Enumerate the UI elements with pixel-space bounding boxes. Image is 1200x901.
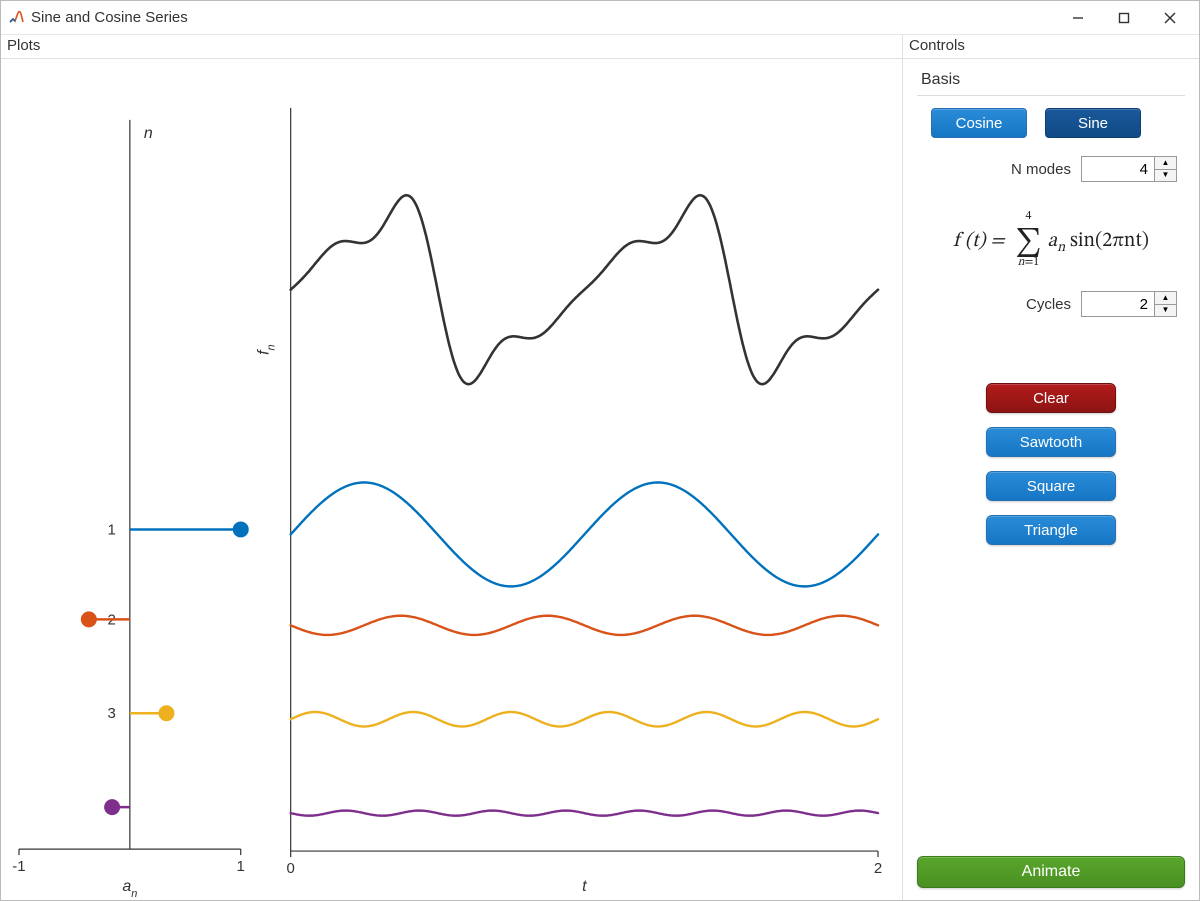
minimize-icon (1072, 12, 1084, 24)
cycles-spinner[interactable]: ▲ ▼ (1081, 291, 1177, 317)
nmodes-row: N modes ▲ ▼ (917, 156, 1185, 182)
app-title: Sine and Cosine Series (31, 9, 1055, 26)
sawtooth-button[interactable]: Sawtooth (986, 427, 1116, 457)
cycles-row: Cycles ▲ ▼ (917, 291, 1185, 317)
plots-panel-title: Plots (1, 35, 902, 59)
plots-panel: Plots -11ann12302tfn (1, 35, 903, 900)
basis-label: Basis (921, 71, 1185, 89)
window-minimize-button[interactable] (1055, 1, 1101, 35)
cycles-step-up[interactable]: ▲ (1155, 292, 1176, 305)
svg-text:1: 1 (108, 521, 116, 538)
controls-panel: Controls Basis Cosine Sine N modes (903, 35, 1199, 900)
maximize-icon (1118, 12, 1130, 24)
nmodes-step-down[interactable]: ▼ (1155, 170, 1176, 182)
formula-display: f (t) = 4 ∑ n=1 an sin(2πnt) (917, 222, 1185, 257)
nmodes-spinner[interactable]: ▲ ▼ (1081, 156, 1177, 182)
svg-text:-1: -1 (12, 858, 25, 875)
plots-area: -11ann12302tfn (1, 59, 902, 900)
animate-button[interactable]: Animate (917, 856, 1185, 888)
square-button[interactable]: Square (986, 471, 1116, 501)
controls-panel-title: Controls (903, 35, 1199, 59)
svg-text:1: 1 (237, 858, 245, 875)
svg-text:fn: fn (256, 344, 278, 355)
cosine-toggle[interactable]: Cosine (931, 108, 1027, 138)
svg-text:2: 2 (874, 860, 882, 877)
cycles-label: Cycles (1026, 296, 1071, 313)
plots-svg: -11ann12302tfn (1, 59, 902, 900)
divider (917, 95, 1185, 96)
nmodes-step-up[interactable]: ▲ (1155, 157, 1176, 170)
app-window: Sine and Cosine Series Plots -11ann12302… (0, 0, 1200, 901)
nmodes-label: N modes (1011, 161, 1071, 178)
matlab-logo-icon (7, 9, 25, 27)
triangle-button[interactable]: Triangle (986, 515, 1116, 545)
titlebar: Sine and Cosine Series (1, 1, 1199, 35)
preset-buttons: Clear Sawtooth Square Triangle (917, 383, 1185, 545)
app-body: Plots -11ann12302tfn Controls Basis Cosi… (1, 35, 1199, 900)
cycles-input[interactable] (1082, 292, 1154, 316)
nmodes-input[interactable] (1082, 157, 1154, 181)
window-maximize-button[interactable] (1101, 1, 1147, 35)
svg-text:n: n (144, 125, 153, 142)
window-close-button[interactable] (1147, 1, 1193, 35)
svg-text:an: an (122, 878, 137, 900)
clear-button[interactable]: Clear (986, 383, 1116, 413)
close-icon (1164, 12, 1176, 24)
svg-text:0: 0 (287, 860, 295, 877)
svg-text:t: t (582, 878, 587, 895)
controls-inner: Basis Cosine Sine N modes ▲ ▼ (903, 59, 1199, 900)
cycles-step-down[interactable]: ▼ (1155, 305, 1176, 317)
sine-toggle[interactable]: Sine (1045, 108, 1141, 138)
svg-text:3: 3 (108, 705, 116, 722)
